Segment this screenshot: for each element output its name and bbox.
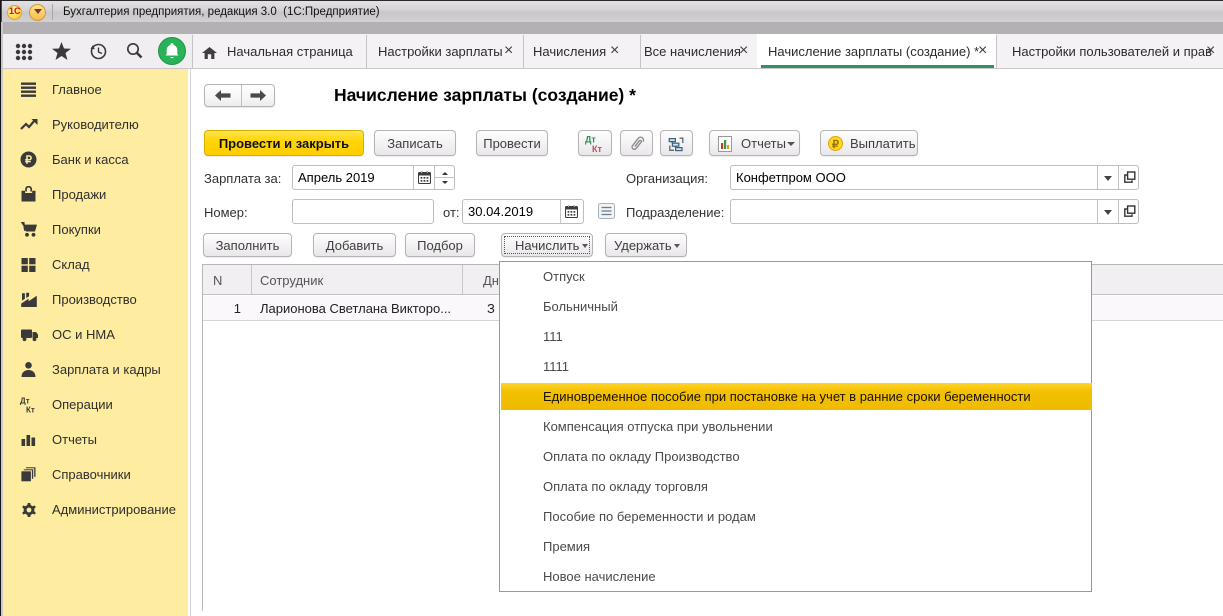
svg-text:Кт: Кт bbox=[592, 144, 602, 153]
svg-text:Дт: Дт bbox=[20, 397, 30, 406]
svg-text:Кт: Кт bbox=[26, 406, 35, 415]
svg-text:Дт: Дт bbox=[585, 135, 596, 145]
svg-text:₽: ₽ bbox=[25, 155, 32, 167]
